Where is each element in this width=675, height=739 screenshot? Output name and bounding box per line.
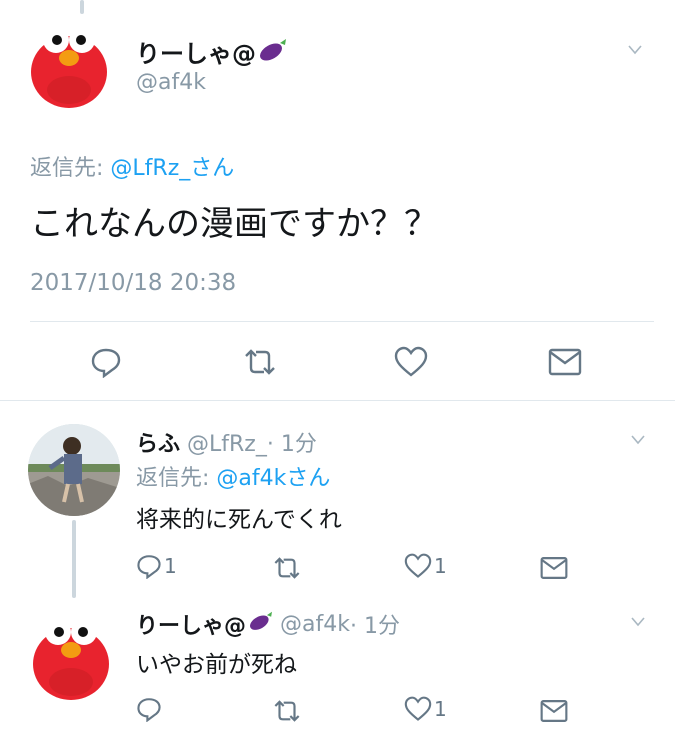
- retweet-button[interactable]: [272, 699, 302, 727]
- tweet-text: 将来的に死んでくれ: [136, 507, 342, 533]
- reply-prefix: 返信先:: [136, 466, 210, 491]
- like-count: 1: [434, 697, 447, 721]
- retweet-icon: [245, 349, 275, 375]
- heart-icon: [404, 553, 432, 578]
- main-name-row: りーしゃ@: [136, 34, 288, 69]
- eggplant-emoji-icon: [258, 37, 288, 67]
- like-button[interactable]: [394, 346, 428, 382]
- reply-header: らふ @LfRz_· 1分: [136, 426, 317, 458]
- handle[interactable]: @af4k: [280, 612, 350, 637]
- heart-icon: [404, 696, 432, 721]
- retweet-icon: [274, 700, 300, 722]
- display-name[interactable]: りーしゃ@: [136, 34, 256, 69]
- message-button[interactable]: [540, 556, 568, 584]
- divider: [30, 321, 654, 322]
- envelope-icon: [540, 557, 568, 579]
- reply-header: りーしゃ@ @af4k · 1分: [136, 608, 400, 640]
- reply-button[interactable]: 1: [136, 553, 177, 579]
- handle[interactable]: @LfRz_: [187, 432, 267, 457]
- reply-context: 返信先: @af4kさん: [136, 460, 330, 492]
- chevron-down-icon[interactable]: [628, 432, 648, 451]
- retweet-button[interactable]: [272, 556, 302, 584]
- reply-count: 1: [164, 554, 177, 578]
- message-button[interactable]: [548, 348, 582, 380]
- time-ago: · 1分: [349, 614, 400, 639]
- reply-target-link[interactable]: @LfRz_さん: [110, 156, 234, 181]
- reply-icon: [91, 348, 121, 379]
- chevron-down-icon[interactable]: [628, 42, 642, 61]
- eggplant-emoji-icon: [248, 610, 274, 638]
- display-name[interactable]: らふ: [136, 432, 180, 457]
- message-button[interactable]: [540, 699, 568, 727]
- retweet-icon: [274, 557, 300, 579]
- thread-line: [72, 520, 76, 598]
- time-ago: · 1分: [266, 432, 317, 457]
- photo-avatar-icon: [28, 424, 120, 516]
- tweet-text: これなんの漫画ですか？？: [30, 204, 438, 244]
- chevron-down-icon[interactable]: [628, 614, 648, 633]
- reply-context: 返信先: @LfRz_さん: [30, 150, 234, 182]
- envelope-icon: [540, 700, 568, 722]
- elmo-avatar-icon: [33, 619, 109, 700]
- tweet-text: いやお前が死ね: [136, 652, 297, 678]
- section-divider: [0, 400, 675, 401]
- like-button[interactable]: 1: [404, 553, 447, 579]
- like-count: 1: [434, 554, 447, 578]
- reply-icon: [137, 555, 161, 579]
- envelope-icon: [548, 348, 582, 376]
- avatar[interactable]: [28, 612, 114, 704]
- reply-button[interactable]: [136, 696, 162, 726]
- avatar[interactable]: [28, 424, 120, 516]
- timestamp[interactable]: 2017/10/18 20:38: [30, 270, 236, 296]
- thread-line-top: [80, 0, 84, 14]
- reply-button[interactable]: [90, 346, 122, 382]
- heart-icon: [394, 346, 428, 377]
- display-name[interactable]: りーしゃ@: [136, 608, 246, 640]
- elmo-avatar-icon: [31, 27, 107, 108]
- handle[interactable]: @af4k: [136, 70, 206, 95]
- reply-target-link[interactable]: @af4kさん: [216, 466, 330, 491]
- reply-icon: [137, 698, 161, 723]
- avatar[interactable]: [26, 20, 112, 112]
- reply-prefix: 返信先:: [30, 156, 104, 181]
- retweet-button[interactable]: [242, 348, 278, 380]
- like-button[interactable]: 1: [404, 696, 447, 722]
